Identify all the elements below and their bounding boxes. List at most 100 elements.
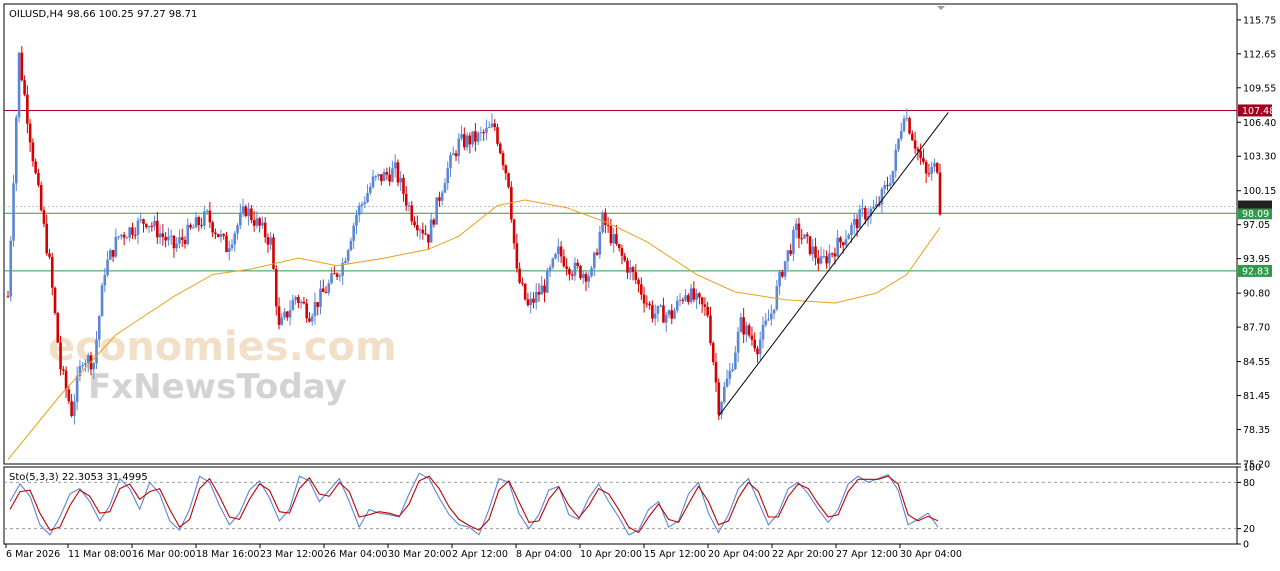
candle-body (570, 274, 574, 276)
candle-body (850, 224, 853, 235)
price-tick-label: 78.35 (1243, 425, 1270, 436)
candle-body (482, 132, 485, 134)
candle-body (468, 135, 472, 145)
candle-body (153, 220, 156, 227)
candle-body (537, 292, 541, 295)
candle-body (794, 223, 798, 230)
candle-body (855, 219, 859, 229)
candle-body (56, 312, 60, 343)
candle-body (540, 285, 544, 295)
time-tick-label: 16 Mar 00:00 (132, 549, 195, 560)
candle-body (84, 363, 87, 366)
candle-body (711, 343, 715, 363)
candle-body (111, 250, 115, 257)
candle-body (86, 355, 90, 364)
candle-body (479, 132, 483, 134)
candle-body (521, 282, 524, 284)
candle-body (12, 183, 15, 241)
price-tick-label: 93.95 (1243, 254, 1270, 265)
candle-body (241, 206, 245, 213)
candle-body (28, 123, 32, 143)
candle-body (722, 386, 726, 403)
candle-body (675, 300, 679, 311)
candle-body (579, 265, 582, 278)
candle-body (73, 401, 76, 417)
candle-body (391, 168, 394, 182)
candle-body (197, 217, 201, 225)
candle-body (463, 134, 466, 148)
candle-body (830, 253, 834, 255)
price-tick-label: 87.70 (1243, 323, 1270, 334)
watermark-line2: FxNewsToday (88, 367, 347, 407)
candle-body (808, 236, 812, 255)
candle-body (681, 299, 685, 301)
candle-body (518, 268, 521, 283)
candle-body (792, 229, 795, 254)
candle-body (924, 161, 928, 174)
candle-body (114, 236, 118, 257)
price-tick-label: 81.45 (1243, 391, 1270, 402)
candle-body (883, 185, 886, 189)
time-tick-label: 18 Mar 16:00 (196, 549, 259, 560)
candle-body (664, 314, 668, 323)
candle-body (64, 370, 68, 390)
candle-body (283, 311, 286, 318)
candle-body (299, 301, 303, 304)
candle-body (742, 317, 745, 335)
candle-body (50, 256, 54, 288)
candle-body (717, 382, 721, 415)
candle-body (97, 316, 101, 340)
candle-body (258, 218, 261, 226)
candle-body (617, 244, 621, 249)
level-badge-label: 98.09 (1242, 209, 1269, 220)
candle-body (653, 313, 657, 319)
time-tick-label: 6 Mar 2026 (6, 549, 60, 560)
candle-body (457, 138, 461, 157)
candle-body (92, 363, 96, 370)
candle-body (778, 271, 781, 287)
candle-body (194, 217, 198, 228)
price-tick-label: 115.75 (1243, 15, 1276, 26)
candle-body (280, 317, 284, 325)
candle-body (95, 339, 98, 364)
candle-body (125, 237, 129, 239)
candle-body (534, 292, 538, 303)
candle-body (656, 305, 660, 314)
candle-body (313, 302, 317, 317)
candle-body (581, 273, 585, 278)
time-tick-label: 2 Apr 12:00 (452, 549, 508, 560)
candle-body (308, 318, 311, 322)
price-tick-label: 112.65 (1243, 49, 1276, 60)
candle-body (175, 243, 179, 249)
stochastic-label: Sto(5,3,3) 22.3053 31.4995 (9, 472, 148, 483)
candle-body (20, 52, 24, 81)
candle-body (764, 320, 768, 325)
candle-body (822, 256, 826, 258)
candle-body (122, 234, 126, 238)
candle-body (554, 253, 557, 259)
candle-body (590, 267, 593, 277)
candle-body (485, 127, 488, 133)
candle-body (255, 218, 259, 226)
candle-body (839, 237, 842, 243)
candle-body (476, 133, 480, 142)
candle-body (642, 294, 646, 304)
candle-body (648, 303, 651, 306)
candle-body (601, 212, 604, 233)
candle-body (443, 183, 447, 193)
candle-body (385, 172, 389, 175)
candle-body (247, 208, 250, 217)
level-badge-label: 92.83 (1242, 266, 1269, 277)
candle-body (161, 233, 165, 237)
candle-body (48, 253, 51, 257)
time-tick-label: 26 Mar 04:00 (324, 549, 387, 560)
candle-body (504, 165, 508, 174)
candle-body (180, 237, 184, 240)
candle-body (133, 234, 137, 236)
candle-body (352, 225, 355, 241)
candle-body (789, 250, 792, 254)
candle-body (501, 153, 505, 166)
candle-body (905, 118, 909, 120)
candle-body (700, 297, 704, 305)
candle-body (800, 238, 804, 240)
